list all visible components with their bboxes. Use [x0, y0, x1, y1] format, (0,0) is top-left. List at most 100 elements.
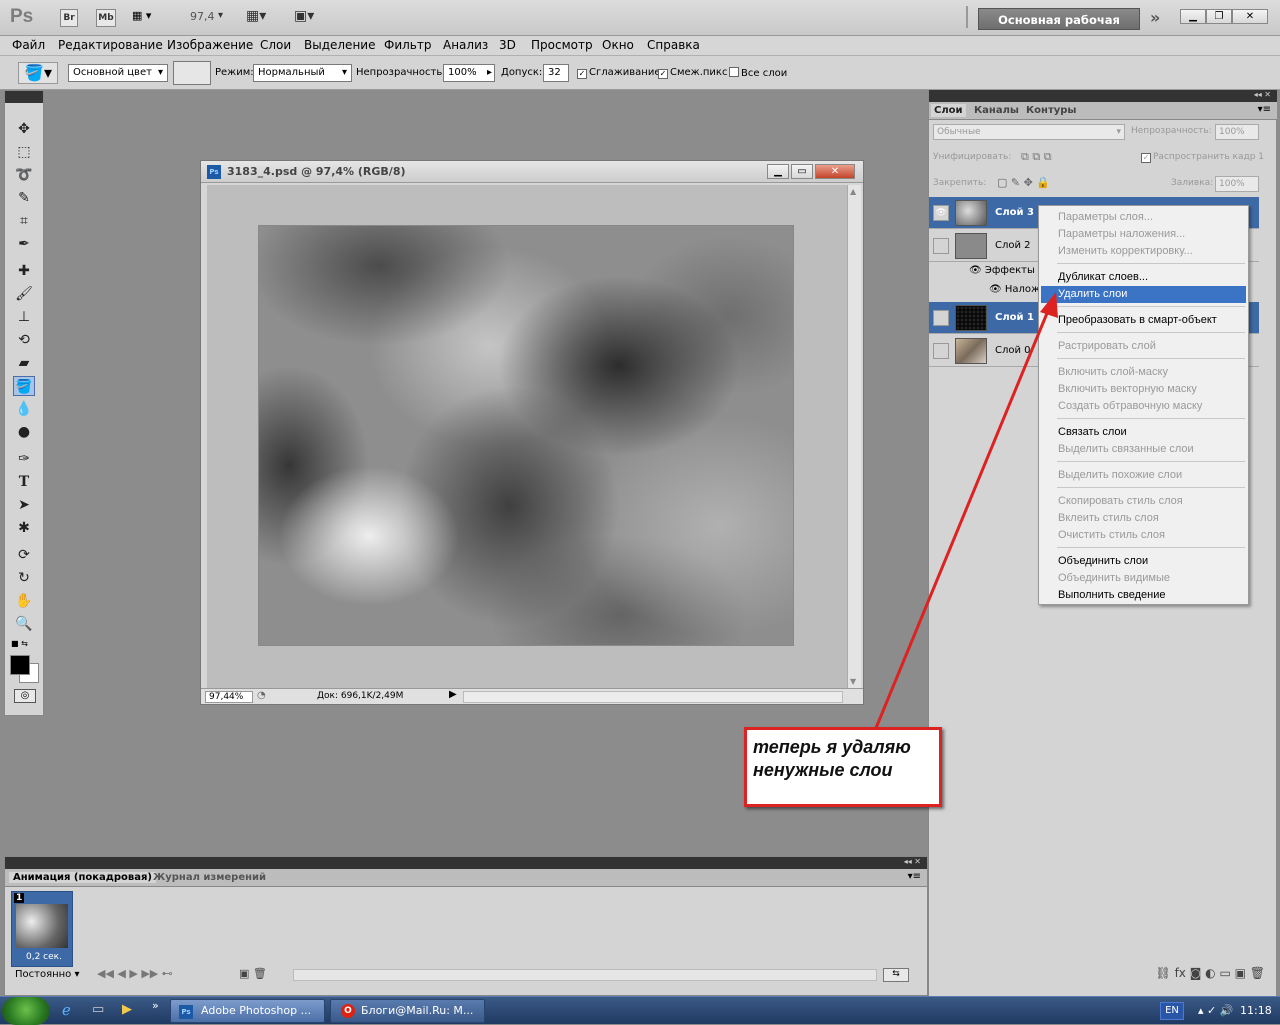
tray-icons[interactable]: ▴ ✓ 🔊	[1198, 997, 1233, 1025]
loop-select[interactable]: Постоянно ▾	[15, 969, 80, 980]
paint-bucket-tool-preset-icon[interactable]: 🪣▾	[18, 62, 58, 84]
restore-button[interactable]: ❐	[1206, 9, 1232, 24]
frame-action-icons[interactable]: ▣ 🗑	[239, 967, 267, 980]
clouds-image-canvas[interactable]	[258, 225, 794, 646]
lasso-tool-icon[interactable]: ➰	[13, 165, 35, 185]
bridge-button[interactable]: Br	[60, 9, 78, 27]
mini-bridge-button[interactable]: Mb	[96, 9, 116, 27]
ctx-paste-layer-style[interactable]: Вклеить стиль слоя	[1041, 510, 1246, 527]
horizontal-scrollbar[interactable]	[463, 691, 843, 703]
animation-scrollbar[interactable]	[293, 969, 877, 981]
animation-panel-header[interactable]: ◂◂ ✕	[5, 857, 927, 869]
paint-bucket-tool-icon[interactable]: 🪣	[13, 376, 35, 396]
media-player-icon[interactable]: ▶	[122, 1002, 132, 1017]
more-quicklaunch-icon[interactable]: »	[152, 999, 159, 1012]
ctx-layer-properties[interactable]: Параметры слоя...	[1041, 209, 1246, 226]
ctx-flatten-image[interactable]: Выполнить сведение	[1041, 587, 1246, 604]
move-tool-icon[interactable]: ✥	[13, 119, 35, 139]
workspace-button[interactable]: Основная рабочая среда	[978, 8, 1140, 49]
tab-measurement-log[interactable]: Журнал измерений	[149, 872, 270, 883]
ctx-enable-layer-mask[interactable]: Включить слой-маску	[1041, 364, 1246, 381]
fill-input[interactable]: 100%	[1215, 176, 1259, 192]
blend-mode-select[interactable]: Обычные ▾	[933, 124, 1125, 140]
3d-rotate-tool-icon[interactable]: ⟳	[13, 545, 35, 565]
timeline-toggle-icon[interactable]: ⇆	[883, 968, 909, 982]
menu-view[interactable]: Просмотр	[531, 38, 593, 52]
show-desktop-icon[interactable]: ▭	[92, 1002, 104, 1017]
eye-icon[interactable]: 👁	[933, 205, 949, 221]
tab-channels[interactable]: Каналы	[971, 104, 1022, 117]
arrange-documents-icon[interactable]: ▦▾	[246, 8, 266, 24]
status-menu-arrow-icon[interactable]: ▶	[449, 689, 457, 700]
ctx-delete-layers[interactable]: Удалить слои	[1041, 286, 1246, 303]
menu-help[interactable]: Справка	[647, 38, 700, 52]
zoom-dropdown-icon[interactable]: ▾	[218, 10, 223, 21]
toolbox-header[interactable]	[5, 91, 43, 103]
history-brush-tool-icon[interactable]: ⟲	[13, 330, 35, 350]
menu-select[interactable]: Выделение	[304, 38, 375, 52]
playback-buttons[interactable]: ◀◀ ◀ ▶ ▶▶ ⊷	[97, 967, 173, 980]
visibility-toggle[interactable]	[933, 238, 949, 254]
blur-tool-icon[interactable]: 💧	[13, 399, 35, 419]
overlay-effect-row[interactable]: 👁 Налож	[989, 284, 1040, 295]
clone-stamp-tool-icon[interactable]: ⊥	[13, 307, 35, 327]
ctx-copy-layer-style[interactable]: Скопировать стиль слоя	[1041, 493, 1246, 510]
doc-maximize-button[interactable]: ▭	[791, 164, 813, 179]
mode-select[interactable]: Нормальный ▾	[253, 64, 352, 82]
type-tool-icon[interactable]: T	[13, 472, 35, 492]
tab-layers[interactable]: Слои	[931, 104, 966, 117]
close-button[interactable]: ✕	[1232, 9, 1268, 24]
menu-file[interactable]: Файл	[12, 38, 45, 52]
screen-mode-icon[interactable]: ▣▾	[294, 8, 314, 24]
effects-row[interactable]: 👁 Эффекты	[969, 265, 1035, 276]
animation-frame[interactable]: 1 0,2 сек.	[11, 891, 73, 967]
task-opera[interactable]: O Блоги@Mail.Ru: М...	[330, 999, 485, 1023]
menu-analysis[interactable]: Анализ	[443, 38, 488, 52]
ctx-rasterize-layer[interactable]: Растрировать слой	[1041, 338, 1246, 355]
ie-icon[interactable]: ℯ	[62, 1001, 71, 1019]
zoom-status-field[interactable]: 97,44%	[205, 691, 253, 703]
ctx-blending-options[interactable]: Параметры наложения...	[1041, 226, 1246, 243]
shape-tool-icon[interactable]: ✱	[13, 518, 35, 538]
tab-paths[interactable]: Контуры	[1023, 104, 1079, 117]
ctx-convert-smart-object[interactable]: Преобразовать в смарт-объект	[1041, 312, 1246, 329]
contiguous-checkbox[interactable]: ✓ Смеж.пикс	[658, 67, 727, 79]
eye-icon[interactable]: 👁	[989, 284, 1005, 295]
antialias-checkbox[interactable]: ✓ Сглаживание	[577, 67, 660, 79]
doc-close-button[interactable]: ✕	[815, 164, 855, 179]
language-indicator[interactable]: EN	[1160, 1002, 1184, 1020]
eraser-tool-icon[interactable]: ▰	[13, 353, 35, 373]
quick-mask-icon[interactable]: ◎	[14, 689, 36, 703]
layers-panel-footer-icons[interactable]: ⛓ fx ◙ ◐ ▭ ▣ 🗑	[933, 966, 1273, 986]
pen-tool-icon[interactable]: ✑	[13, 449, 35, 469]
eye-icon[interactable]: 👁	[969, 265, 985, 276]
unify-icons[interactable]: ⧉ ⧉ ⧉	[1021, 150, 1052, 164]
task-photoshop[interactable]: Ps Adobe Photoshop ...	[170, 999, 325, 1023]
ctx-select-similar-layers[interactable]: Выделить похожие слои	[1041, 467, 1246, 484]
frame-delay[interactable]: 0,2 сек.	[26, 952, 62, 962]
menu-layers[interactable]: Слои	[260, 38, 291, 52]
visibility-toggle[interactable]	[933, 310, 949, 326]
layers-panel-header[interactable]: ◂◂ ✕	[929, 90, 1277, 102]
3d-orbit-tool-icon[interactable]: ↻	[13, 568, 35, 588]
foreground-color-swatch[interactable]	[10, 655, 30, 675]
tab-animation[interactable]: Анимация (покадровая)	[9, 872, 156, 883]
ctx-duplicate-layers[interactable]: Дубликат слоев...	[1041, 269, 1246, 286]
propagate-frame-checkbox[interactable]: ✓ Распространить кадр 1	[1141, 152, 1264, 163]
ctx-select-linked-layers[interactable]: Выделить связанные слои	[1041, 441, 1246, 458]
ctx-merge-layers[interactable]: Объединить слои	[1041, 553, 1246, 570]
eyedropper-tool-icon[interactable]: ✒	[13, 234, 35, 254]
default-colors-icon[interactable]: ■ ⇆	[11, 639, 28, 648]
hand-tool-icon[interactable]: ✋	[13, 591, 35, 611]
ctx-merge-visible[interactable]: Объединить видимые	[1041, 570, 1246, 587]
ctx-clear-layer-style[interactable]: Очистить стиль слоя	[1041, 527, 1246, 544]
menu-image[interactable]: Изображение	[167, 38, 253, 52]
crop-tool-icon[interactable]: ⌗	[13, 211, 35, 231]
vertical-scrollbar[interactable]: ▲ ▼	[847, 185, 861, 688]
status-info-icon[interactable]: ◔	[257, 690, 266, 701]
healing-brush-tool-icon[interactable]: ✚	[13, 261, 35, 281]
ctx-create-clipping-mask[interactable]: Создать обтравочную маску	[1041, 398, 1246, 415]
menu-edit[interactable]: Редактирование	[58, 38, 163, 52]
visibility-toggle[interactable]	[933, 343, 949, 359]
path-selection-tool-icon[interactable]: ➤	[13, 495, 35, 515]
